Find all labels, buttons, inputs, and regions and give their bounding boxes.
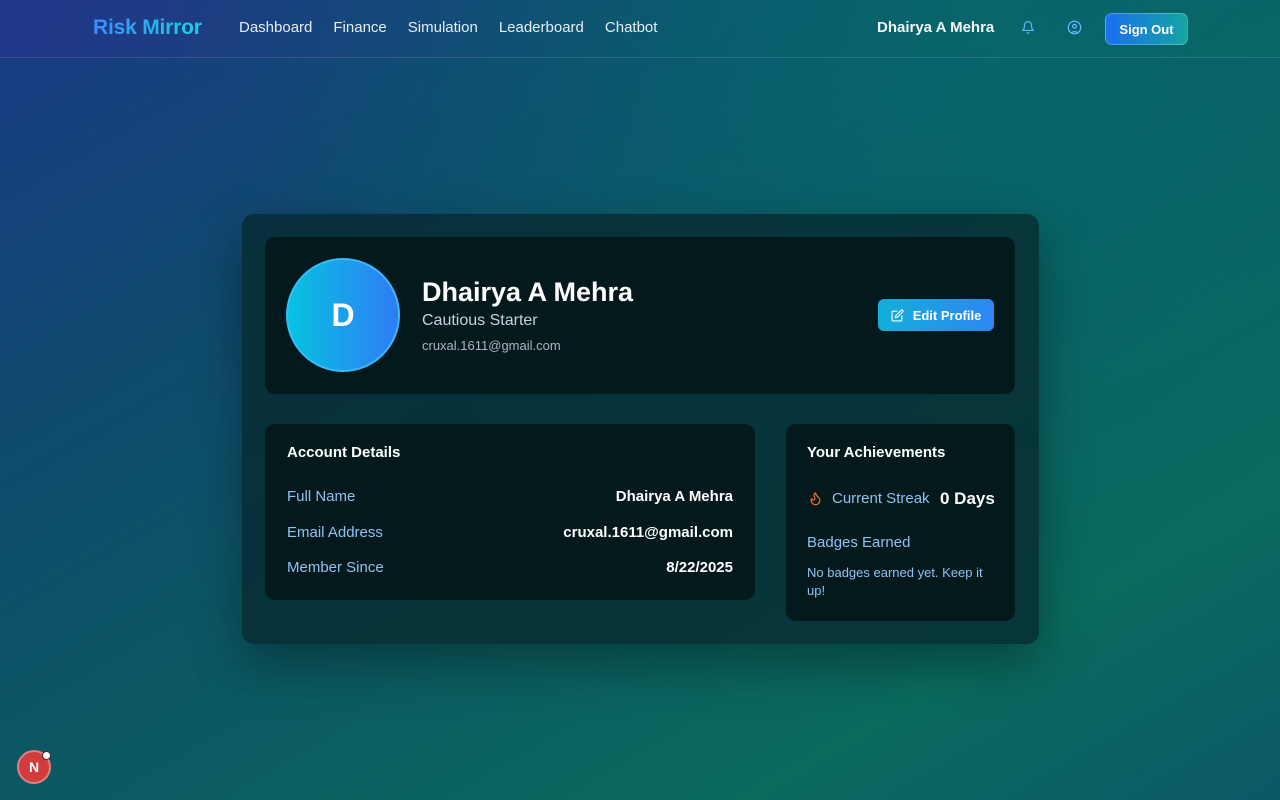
nav-link-simulation[interactable]: Simulation xyxy=(408,19,478,36)
edit-profile-label: Edit Profile xyxy=(912,307,982,323)
achievements-title: Your Achievements xyxy=(807,444,946,461)
edit-icon xyxy=(891,308,904,322)
current-streak-label: Current Streak xyxy=(832,490,930,507)
user-circle-icon[interactable] xyxy=(1067,20,1083,36)
detail-value-full-name: Dhairya A Mehra xyxy=(615,488,733,505)
badges-empty-message: No badges earned yet. Keep it up! xyxy=(807,565,983,598)
nav-links: Dashboard Finance Simulation Leaderboard… xyxy=(239,19,678,36)
nav-link-dashboard[interactable]: Dashboard xyxy=(239,19,312,36)
profile-email: cruxal.1611@gmail.com xyxy=(422,338,561,353)
detail-label-member-since: Member Since xyxy=(287,559,384,576)
nav-link-leaderboard[interactable]: Leaderboard xyxy=(499,19,584,36)
app-logo[interactable]: Risk Mirror xyxy=(93,16,202,40)
detail-value-member-since: 8/22/2025 xyxy=(666,559,733,576)
top-navbar: Risk Mirror Dashboard Finance Simulation… xyxy=(0,0,1280,58)
sign-out-button[interactable]: Sign Out xyxy=(1105,13,1188,45)
profile-name: Dhairya A Mehra xyxy=(422,277,634,307)
avatar: D xyxy=(286,258,400,372)
nav-user-name: Dhairya A Mehra xyxy=(877,19,995,36)
current-streak-value: 0 Days xyxy=(940,489,995,508)
edit-profile-button[interactable]: Edit Profile xyxy=(878,299,994,331)
profile-role: Cautious Starter xyxy=(422,312,538,329)
nav-link-chatbot[interactable]: Chatbot xyxy=(605,19,658,36)
detail-label-email: Email Address xyxy=(287,524,383,541)
nav-link-finance[interactable]: Finance xyxy=(333,19,386,36)
account-details-title: Account Details xyxy=(287,444,401,461)
flame-icon xyxy=(808,490,824,508)
bell-icon[interactable] xyxy=(1021,20,1037,36)
detail-label-full-name: Full Name xyxy=(287,488,356,505)
badges-earned-label: Badges Earned xyxy=(807,534,911,551)
detail-value-email: cruxal.1611@gmail.com xyxy=(563,524,733,541)
dev-tools-indicator-dot xyxy=(42,751,51,760)
